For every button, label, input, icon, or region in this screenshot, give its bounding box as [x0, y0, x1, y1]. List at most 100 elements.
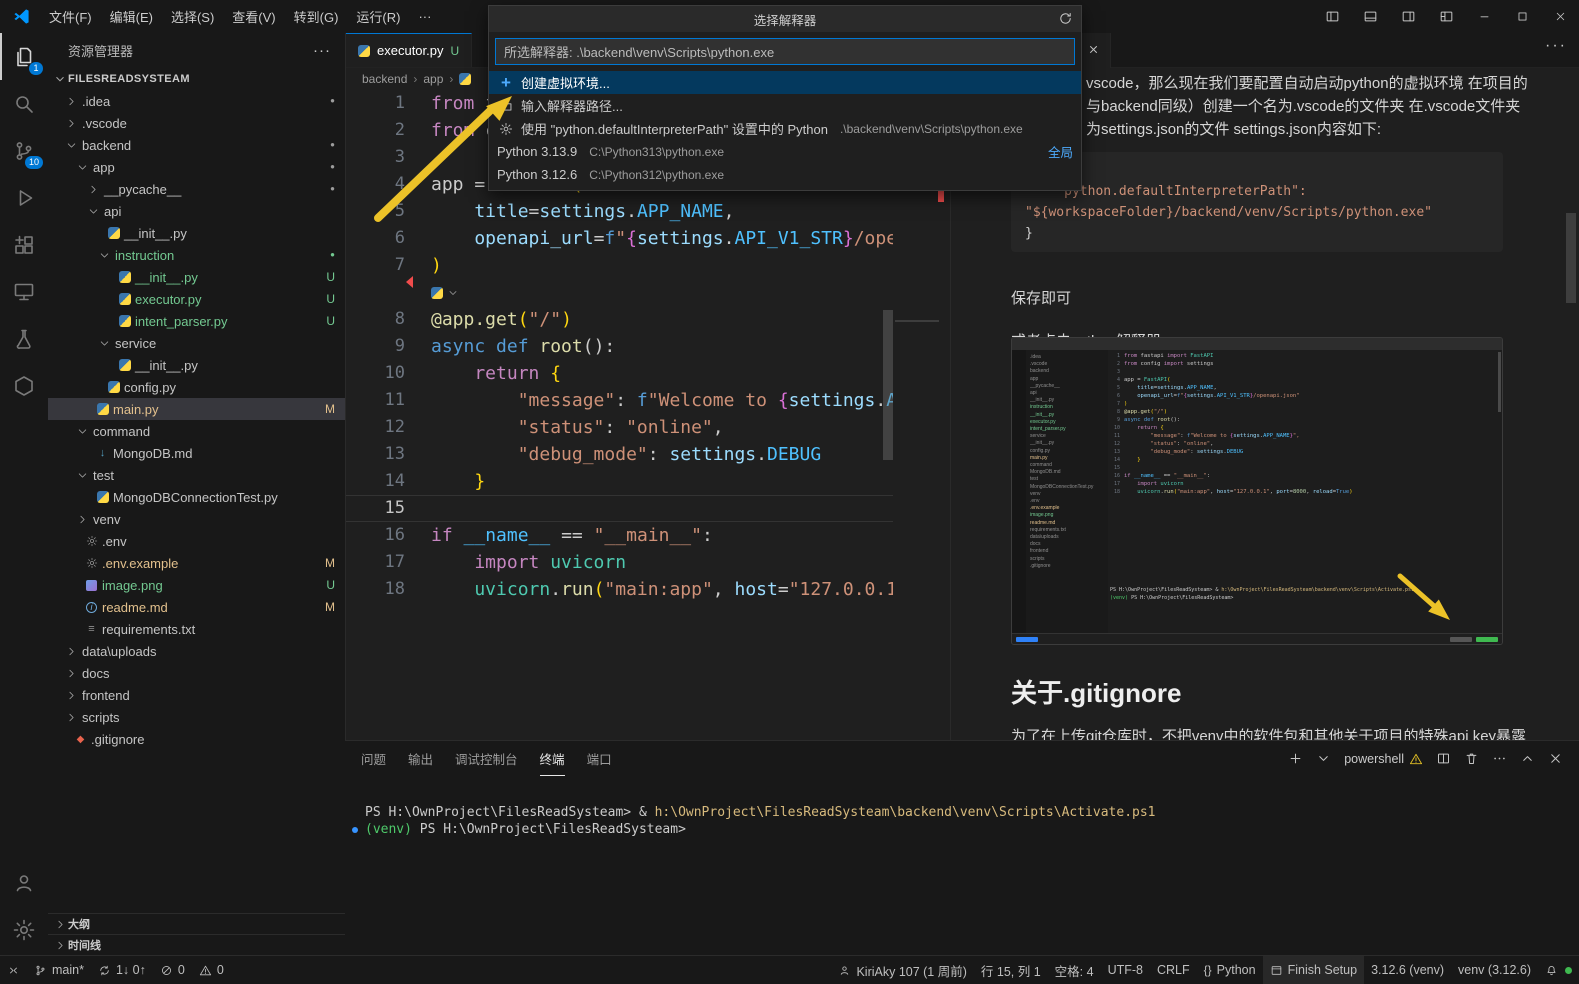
branch-status[interactable]: main* — [27, 956, 91, 984]
errors[interactable]: 0 — [153, 956, 192, 984]
tab-executor-py[interactable]: executor.py U — [346, 33, 472, 67]
breadcrumb-app[interactable]: app — [423, 72, 443, 86]
code-line-11[interactable]: 11 "message": f"Welcome to {settings.APP… — [346, 387, 893, 414]
layout-secondary-button[interactable] — [1389, 0, 1427, 33]
panel-tab-端口[interactable]: 端口 — [587, 741, 612, 776]
menu-转到[interactable]: 转到(G) — [285, 0, 348, 33]
code-line-18[interactable]: 18 uvicorn.run("main:app", host="127.0.0… — [346, 576, 893, 603]
code-line-13[interactable]: 13 "debug_mode": settings.DEBUG — [346, 441, 893, 468]
tree-item-main.py[interactable]: main.pyM — [48, 398, 345, 420]
code-line-9[interactable]: 9async def root(): — [346, 333, 893, 360]
activity-extensions[interactable] — [0, 221, 48, 268]
code-line-8[interactable]: 8@app.get("/") — [346, 306, 893, 333]
code-line-7[interactable]: 7) — [346, 252, 893, 279]
terminal[interactable]: PS H:\OwnProject\FilesReadSysteam> & h:\… — [345, 776, 1579, 955]
add-icon[interactable] — [1288, 751, 1303, 766]
tree-item-.gitignore[interactable]: ◆.gitignore — [48, 728, 345, 750]
code-line-16[interactable]: 16if __name__ == "__main__": — [346, 522, 893, 549]
menu-编辑[interactable]: 编辑(E) — [101, 0, 162, 33]
quickpick-item-use-default-interpreter[interactable]: 使用 "python.defaultInterpreterPath" 设置中的 … — [489, 117, 1081, 140]
tree-item-api[interactable]: api — [48, 200, 345, 222]
tree-item--init-.py[interactable]: __init__.py — [48, 354, 345, 376]
close-icon[interactable] — [1548, 751, 1563, 766]
tree-item-readme.md[interactable]: ireadme.mdM — [48, 596, 345, 618]
code-line-14[interactable]: 14 } — [346, 468, 893, 495]
language-mode[interactable]: {}Python — [1197, 956, 1263, 984]
activity-account[interactable] — [0, 859, 48, 906]
tree-item--init-.py[interactable]: __init__.pyU — [48, 266, 345, 288]
eol[interactable]: CRLF — [1150, 956, 1197, 984]
interpreter-input[interactable] — [504, 44, 1066, 59]
tree-item-config.py[interactable]: config.py — [48, 376, 345, 398]
panel-tab-终端[interactable]: 终端 — [540, 741, 565, 776]
quickpick-item-action[interactable]: 全局 — [1048, 142, 1073, 161]
layout-panel-button[interactable] — [1351, 0, 1389, 33]
refresh-icon[interactable] — [1058, 11, 1073, 26]
chevron-up-icon[interactable] — [1520, 751, 1535, 766]
chevron-down-icon[interactable] — [1316, 751, 1331, 766]
quickpick-item-python-3-12-6[interactable]: Python 3.12.6C:\Python312\python.exe — [489, 163, 1081, 186]
python-venv[interactable]: venv (3.12.6) — [1451, 956, 1538, 984]
panel-tab-调试控制台[interactable]: 调试控制台 — [455, 741, 518, 776]
quickpick-item-python-3-13-9[interactable]: Python 3.13.9C:\Python313\python.exe全局 — [489, 140, 1081, 163]
code-line-17[interactable]: 17 import uvicorn — [346, 549, 893, 576]
menu-···[interactable]: ··· — [409, 0, 440, 33]
breadcrumb-backend[interactable]: backend — [362, 72, 407, 86]
quickpick-item-create-venv[interactable]: +创建虚拟环境... — [489, 71, 1081, 94]
menu-选择[interactable]: 选择(S) — [162, 0, 223, 33]
tree-item-data-uploads[interactable]: data\uploads — [48, 640, 345, 662]
maximize-button[interactable] — [1503, 0, 1541, 33]
menu-运行[interactable]: 运行(R) — [347, 0, 409, 33]
workspace-root-row[interactable]: FILESREADSYSTEAM — [48, 68, 345, 90]
code-line-15[interactable]: 15 — [346, 495, 893, 522]
menu-文件[interactable]: 文件(F) — [40, 0, 101, 33]
tree-item-service[interactable]: service — [48, 332, 345, 354]
tree-item-mongodbconnectiontest.py[interactable]: MongoDBConnectionTest.py — [48, 486, 345, 508]
notifications[interactable] — [1538, 956, 1579, 984]
cursor-position[interactable]: 行 15, 列 1 — [974, 956, 1048, 984]
activity-search[interactable] — [0, 80, 48, 127]
tree-item-.env[interactable]: .env — [48, 530, 345, 552]
tree-item-venv[interactable]: venv — [48, 508, 345, 530]
command-decoration[interactable] — [352, 827, 358, 833]
section-时间线[interactable]: 时间线 — [48, 934, 345, 955]
activity-test[interactable] — [0, 315, 48, 362]
tree-item-requirements.txt[interactable]: ≡requirements.txt — [48, 618, 345, 640]
editor-scrollbar[interactable] — [883, 310, 893, 460]
encoding[interactable]: UTF-8 — [1101, 956, 1150, 984]
activity-source-control[interactable]: 10 — [0, 127, 48, 174]
activity-run-debug[interactable] — [0, 174, 48, 221]
code-line-5[interactable]: 5 title=settings.APP_NAME, — [346, 198, 893, 225]
code-line-10[interactable]: 10 return { — [346, 360, 893, 387]
tree-item-backend[interactable]: backend● — [48, 134, 345, 156]
tree-item-.env.example[interactable]: .env.exampleM — [48, 552, 345, 574]
tree-item-frontend[interactable]: frontend — [48, 684, 345, 706]
interpreter-inlay[interactable] — [346, 279, 893, 306]
tree-item-scripts[interactable]: scripts — [48, 706, 345, 728]
layout-toggle-button[interactable] — [1313, 0, 1351, 33]
more-actions-icon[interactable]: ··· — [313, 42, 331, 59]
blame-info[interactable]: KiriAky 107 (1 周前) — [831, 956, 973, 984]
panel-tab-问题[interactable]: 问题 — [361, 741, 386, 776]
more-icon[interactable] — [1492, 751, 1507, 766]
tree-item--pycache-[interactable]: __pycache__● — [48, 178, 345, 200]
python-interpreter[interactable]: 3.12.6 (venv) — [1364, 956, 1451, 984]
tree-item-test[interactable]: test — [48, 464, 345, 486]
minimize-button[interactable] — [1465, 0, 1503, 33]
preview-scrollbar[interactable] — [1566, 213, 1576, 303]
tree-item-docs[interactable]: docs — [48, 662, 345, 684]
remote-indicator[interactable] — [0, 956, 27, 984]
tree-item-.vscode[interactable]: .vscode — [48, 112, 345, 134]
code-line-12[interactable]: 12 "status": "online", — [346, 414, 893, 441]
tree-item-executor.py[interactable]: executor.pyU — [48, 288, 345, 310]
activity-settings-gear[interactable] — [0, 906, 48, 953]
tree-item-image.png[interactable]: image.pngU — [48, 574, 345, 596]
more-actions-icon[interactable]: ··· — [1545, 37, 1567, 55]
tree-item-.idea[interactable]: .idea● — [48, 90, 345, 112]
close-icon[interactable] — [1087, 43, 1100, 56]
activity-python-env[interactable] — [0, 362, 48, 409]
indentation[interactable]: 空格: 4 — [1048, 956, 1101, 984]
section-大纲[interactable]: 大纲 — [48, 913, 345, 934]
panel-tab-输出[interactable]: 输出 — [408, 741, 433, 776]
shell-label[interactable]: powershell — [1344, 752, 1423, 766]
